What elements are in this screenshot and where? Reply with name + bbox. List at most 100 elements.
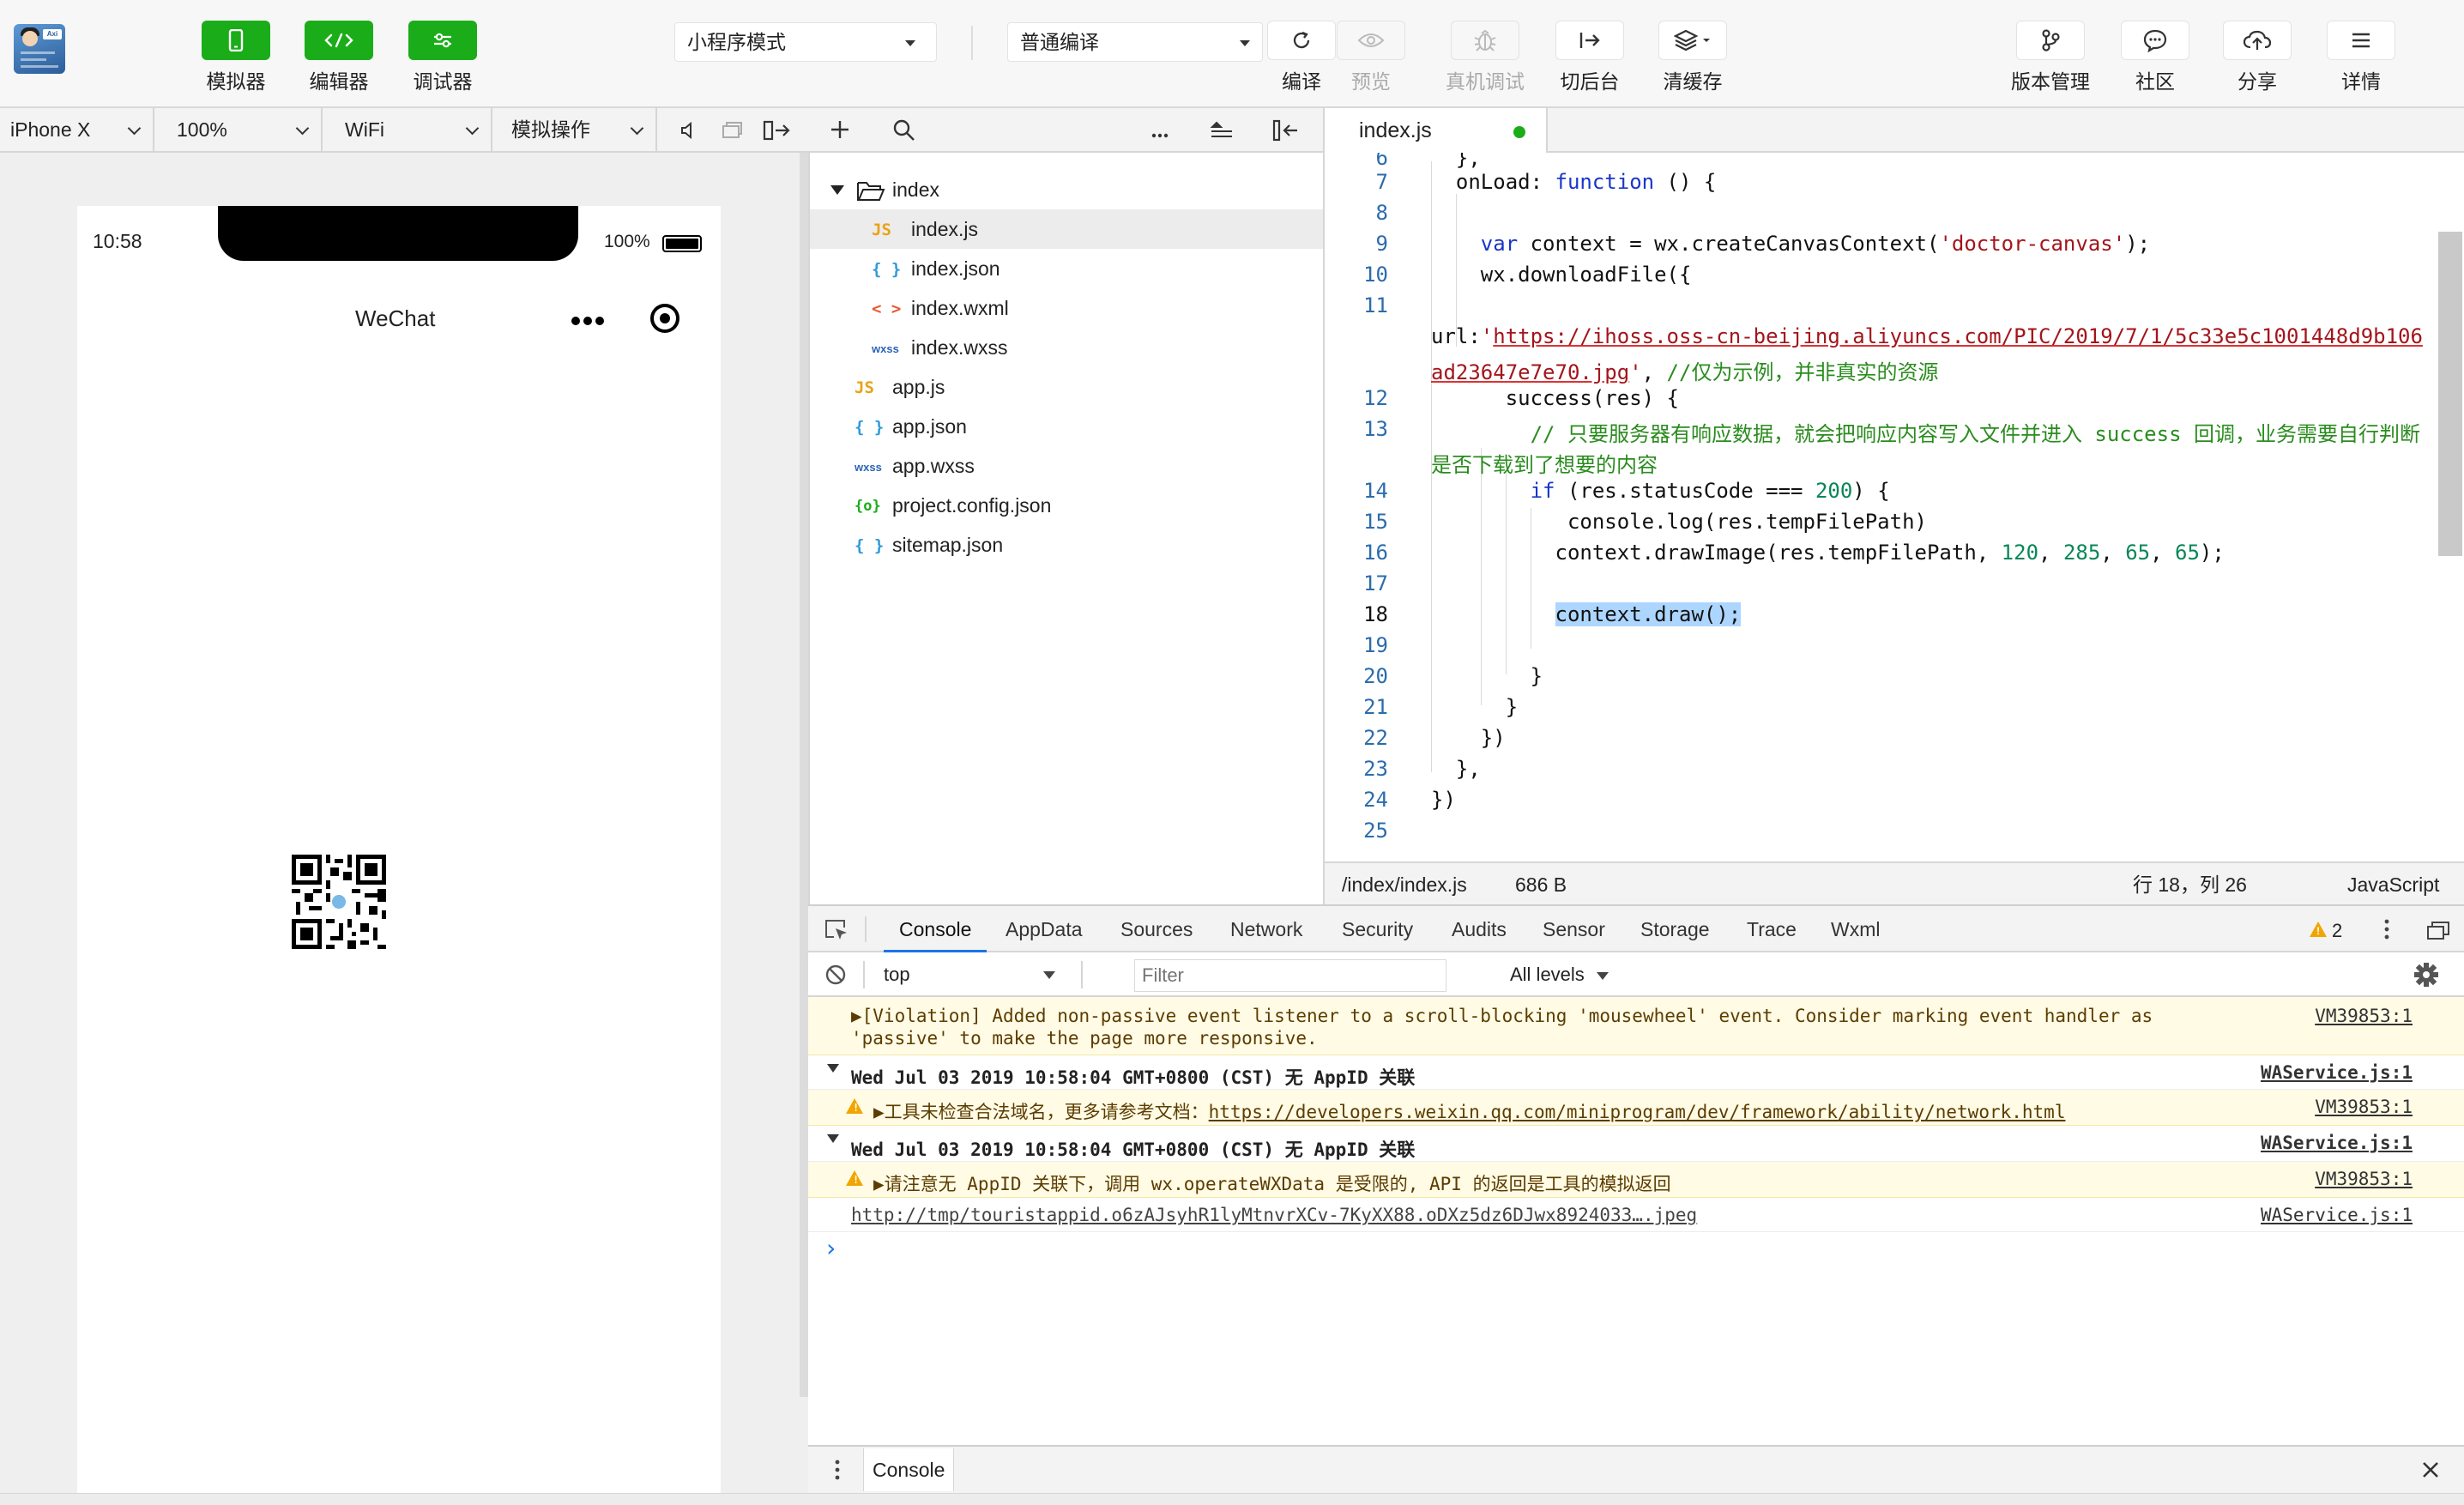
mode-select[interactable]: 小程序模式 (674, 22, 937, 62)
console-output[interactable]: ▶[Violation] Added non-passive event lis… (808, 997, 2464, 1445)
editor-scrollbar[interactable] (2438, 232, 2462, 556)
tab-security[interactable]: Security (1342, 906, 1413, 952)
file-name: app.wxss (892, 455, 975, 477)
console-log[interactable]: http://tmp/touristappid.o6zAJsyhR1lyMtnv… (808, 1198, 2464, 1232)
editor-tab-label: index.js (1359, 118, 1432, 142)
simulator-scrollbar[interactable] (800, 153, 808, 1397)
settings-gear-icon[interactable] (2413, 961, 2440, 994)
code-line: // 只要服务器有响应数据，就会把响应内容写入文件并进入 success 回调，… (1530, 422, 2420, 446)
detach-icon[interactable] (762, 118, 791, 147)
tree-file-app-json[interactable]: { } app.json (810, 407, 1325, 446)
device-select[interactable]: iPhone X (0, 108, 154, 151)
line-number: 10 (1363, 263, 1388, 287)
language-mode[interactable]: JavaScript (2347, 863, 2439, 906)
preview-button[interactable]: 预览 (1337, 21, 1405, 94)
code-line: } (1431, 695, 1519, 719)
tab-sensor[interactable]: Sensor (1543, 906, 1605, 952)
tab-network[interactable]: Network (1230, 906, 1302, 952)
community-button[interactable]: 社区 (2121, 21, 2189, 94)
tab-sources[interactable]: Sources (1120, 906, 1193, 952)
json-file-icon: { } (855, 418, 885, 437)
console-warning[interactable]: ! ▶工具未检查合法域名，更多请参考文档：https://developers.… (808, 1090, 2464, 1126)
network-select[interactable]: WiFi (335, 108, 492, 151)
details-button[interactable]: 详情 (2327, 21, 2395, 94)
hide-tree-icon[interactable] (1271, 118, 1299, 147)
share-button[interactable]: 分享 (2223, 21, 2292, 94)
more-icon[interactable] (1151, 127, 1169, 142)
code-line: wx.downloadFile({ (1431, 263, 1692, 287)
tree-file-app-js[interactable]: JS app.js (810, 367, 1325, 407)
tree-file-sitemap[interactable]: { } sitemap.json (810, 525, 1325, 565)
tab-audits[interactable]: Audits (1452, 906, 1507, 952)
undock-icon[interactable] (2426, 920, 2450, 945)
console-filter-input[interactable] (1134, 959, 1446, 992)
code-line: }, (1431, 153, 1481, 170)
line-number: 12 (1363, 386, 1388, 410)
debugger-toggle[interactable]: 调试器 (408, 21, 477, 94)
tree-file-project-config[interactable]: {o} project.config.json (810, 486, 1325, 525)
zoom-value: 100% (177, 118, 227, 141)
tree-file-index-wxss[interactable]: wxss index.wxss (810, 328, 1325, 367)
levels-select[interactable]: All levels (1510, 959, 1609, 990)
inspect-element-icon[interactable] (824, 918, 849, 946)
switch-out-icon (1555, 21, 1624, 60)
drawer-tab-console[interactable]: Console (863, 1448, 955, 1491)
log-source-link[interactable]: VM39853:1 (2315, 1097, 2413, 1117)
code-editor[interactable]: 6 7 8 9 10 11 12 13 14 15 16 17 18 19 20… (1325, 153, 2464, 861)
kebab-menu-icon[interactable] (2383, 918, 2390, 945)
tab-appdata[interactable]: AppData (1006, 906, 1083, 952)
tab-storage[interactable]: Storage (1640, 906, 1710, 952)
filter-divider (1081, 961, 1083, 988)
operation-select[interactable]: 模拟操作 (501, 108, 657, 151)
log-source-link[interactable]: VM39853:1 (2315, 1006, 2413, 1026)
speaker-icon[interactable] (679, 120, 695, 145)
console-group[interactable]: Wed Jul 03 2019 10:58:04 GMT+0800 (CST) … (808, 1055, 2464, 1090)
console-warning[interactable]: ! ▶请注意无 AppID 关联下，调用 wx.operateWXData 是受… (808, 1162, 2464, 1198)
log-source-link[interactable]: WAService.js:1 (2261, 1133, 2413, 1153)
tree-file-app-wxss[interactable]: wxss app.wxss (810, 446, 1325, 486)
warning-icon: ! (2310, 922, 2327, 937)
add-icon[interactable] (829, 118, 851, 145)
tree-file-index-json[interactable]: { } index.json (810, 249, 1325, 288)
cursor-position[interactable]: 行 18，列 26 (2133, 863, 2247, 906)
zoom-select[interactable]: 100% (166, 108, 323, 151)
log-source-link[interactable]: WAService.js:1 (2261, 1205, 2413, 1225)
background-button[interactable]: 切后台 (1555, 21, 1624, 94)
capsule-close-icon[interactable] (650, 304, 679, 333)
compile-select[interactable]: 普通编译 (1007, 22, 1263, 62)
console-group[interactable]: Wed Jul 03 2019 10:58:04 GMT+0800 (CST) … (808, 1126, 2464, 1162)
line-number: 25 (1363, 819, 1388, 843)
context-select[interactable]: top (884, 959, 1064, 990)
tab-trace[interactable]: Trace (1747, 906, 1797, 952)
user-avatar[interactable]: Axi (14, 24, 65, 74)
tree-file-index-js[interactable]: JS index.js (810, 209, 1325, 249)
drawer-menu-icon[interactable] (834, 1459, 841, 1485)
tab-wxml[interactable]: Wxml (1831, 906, 1880, 952)
collapse-icon[interactable] (1210, 120, 1234, 145)
version-button[interactable]: 版本管理 (2011, 21, 2090, 94)
console-violation[interactable]: ▶[Violation] Added non-passive event lis… (808, 997, 2464, 1055)
tree-folder-index[interactable]: index (810, 170, 1325, 209)
caret-down-icon (1240, 40, 1250, 46)
editor-tab-index-js[interactable]: index.js (1325, 108, 1548, 153)
tab-console[interactable]: Console (884, 906, 987, 952)
search-icon[interactable] (892, 118, 916, 147)
docs-link[interactable]: https://developers.weixin.qq.com/minipro… (1209, 1102, 2066, 1122)
temp-file-link[interactable]: http://tmp/touristappid.o6zAJsyhR1lyMtnv… (851, 1205, 1697, 1225)
clear-console-icon[interactable] (824, 963, 848, 992)
real-device-debug-button[interactable]: 真机调试 (1446, 21, 1525, 94)
more-dots-icon[interactable] (571, 314, 607, 329)
caret-down-icon (1043, 971, 1055, 979)
simulator-toggle[interactable]: 模拟器 (202, 21, 270, 94)
close-icon[interactable] (2421, 1460, 2440, 1484)
console-prompt[interactable]: › (824, 1234, 838, 1262)
editor-toggle[interactable]: 编辑器 (305, 21, 373, 94)
phone-screen[interactable] (77, 206, 721, 1505)
compile-button[interactable]: 编译 (1267, 21, 1336, 94)
tree-file-index-wxml[interactable]: < > index.wxml (810, 288, 1325, 328)
chat-bubble-icon (2121, 21, 2189, 60)
window-icon[interactable] (721, 120, 743, 145)
log-source-link[interactable]: WAService.js:1 (2261, 1062, 2413, 1083)
clear-cache-button[interactable]: 清缓存 (1658, 21, 1727, 94)
log-source-link[interactable]: VM39853:1 (2315, 1169, 2413, 1189)
